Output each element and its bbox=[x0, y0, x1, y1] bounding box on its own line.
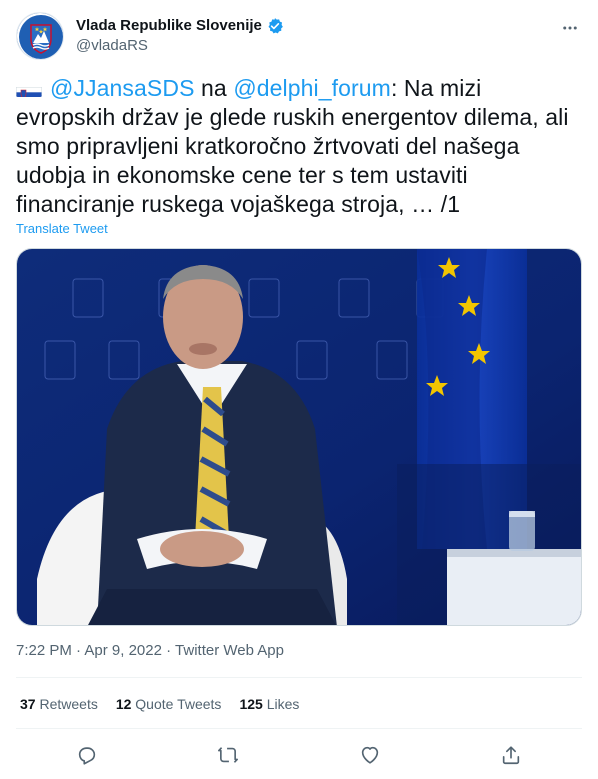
tweet-actions bbox=[16, 742, 582, 768]
retweet-button[interactable] bbox=[215, 742, 241, 768]
verified-badge-icon bbox=[268, 18, 283, 34]
slovenia-coat-of-arms-icon bbox=[17, 13, 63, 59]
likes-stat[interactable]: 125 Likes bbox=[239, 696, 299, 712]
tweet-meta: 7:22 PM · Apr 9, 2022 · Twitter Web App bbox=[16, 642, 284, 659]
tweet-photo[interactable] bbox=[16, 248, 582, 626]
account-names: Vlada Republike Slovenije @vladaRS bbox=[76, 16, 284, 56]
share-button[interactable] bbox=[498, 742, 524, 768]
word-na: na bbox=[201, 75, 227, 101]
divider bbox=[16, 728, 582, 729]
handle[interactable]: @vladaRS bbox=[76, 36, 284, 56]
tweet-date[interactable]: Apr 9, 2022 bbox=[84, 642, 162, 659]
tweet-text: @JJansaSDS na @delphi_forum: Na mizi evr… bbox=[16, 74, 582, 219]
meta-separator: · bbox=[76, 642, 82, 659]
avatar[interactable] bbox=[16, 12, 64, 60]
likes-label: Likes bbox=[266, 696, 300, 712]
quotes-label: Quote Tweets bbox=[135, 696, 222, 712]
photo-speaker-at-forum bbox=[17, 249, 581, 625]
quote-tweets-stat[interactable]: 12 Quote Tweets bbox=[116, 696, 222, 712]
heart-icon bbox=[361, 746, 378, 764]
tweet-stats: 37 Retweets 12 Quote Tweets 125 Likes bbox=[20, 696, 299, 712]
display-name[interactable]: Vlada Republike Slovenije bbox=[76, 16, 284, 36]
retweets-count: 37 bbox=[20, 696, 36, 712]
likes-count: 125 bbox=[239, 696, 263, 712]
reply-icon bbox=[78, 747, 95, 765]
retweets-stat[interactable]: 37 Retweets bbox=[20, 696, 98, 712]
ellipsis-icon bbox=[563, 26, 577, 30]
more-options-icon[interactable] bbox=[558, 16, 582, 40]
divider bbox=[16, 677, 582, 678]
tweet-source-app[interactable]: Twitter Web App bbox=[175, 642, 284, 659]
like-button[interactable] bbox=[357, 742, 383, 768]
display-name-text: Vlada Republike Slovenije bbox=[76, 17, 262, 34]
quotes-count: 12 bbox=[115, 696, 132, 712]
reply-button[interactable] bbox=[74, 742, 100, 768]
share-icon bbox=[503, 746, 520, 765]
mention-delphi-forum[interactable]: @delphi_forum bbox=[233, 75, 391, 101]
tweet-header: Vlada Republike Slovenije @vladaRS bbox=[16, 12, 582, 62]
retweet-icon bbox=[218, 747, 239, 763]
mention-jjansasds[interactable]: @JJansaSDS bbox=[50, 75, 195, 101]
meta-separator-2: · bbox=[166, 642, 172, 659]
translate-tweet-link[interactable]: Translate Tweet bbox=[16, 221, 108, 236]
tweet-time[interactable]: 7:22 PM bbox=[16, 642, 72, 659]
slovenia-flag-icon bbox=[16, 81, 42, 97]
retweets-label: Retweets bbox=[39, 696, 98, 712]
